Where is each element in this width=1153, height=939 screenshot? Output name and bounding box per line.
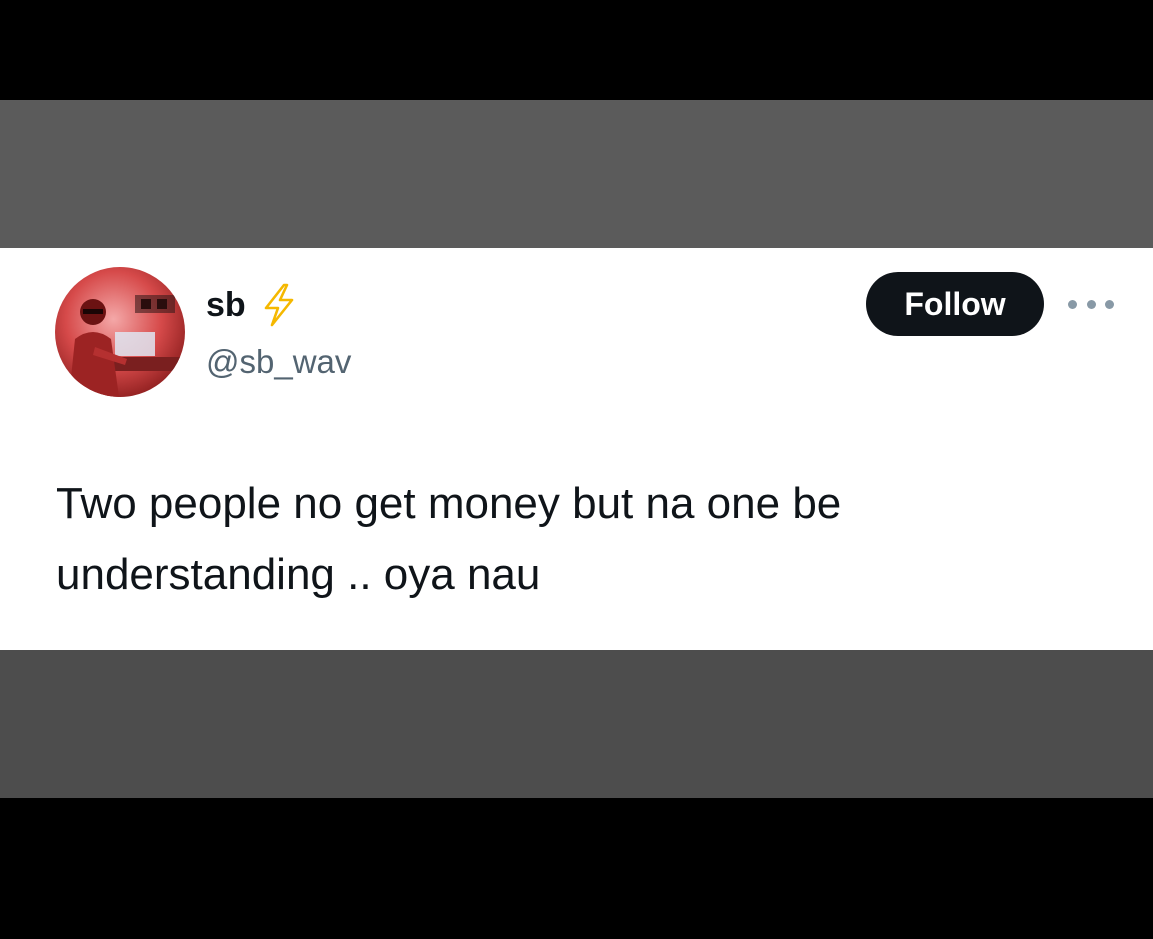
top-gray-band <box>0 100 1153 248</box>
more-dot <box>1068 299 1077 309</box>
display-name[interactable]: sb <box>206 288 246 322</box>
top-black-band <box>0 0 1153 100</box>
tweet-card: sb @sb_wav Follow Two people no get mone… <box>0 248 1153 650</box>
bottom-black-band <box>0 798 1153 939</box>
more-dot <box>1086 299 1096 309</box>
bottom-gray-band <box>0 650 1153 798</box>
avatar-photo-icon <box>69 295 180 397</box>
lightning-bolt-icon <box>264 283 294 327</box>
tweet-text-line-2: understanding .. oya nau <box>56 550 541 599</box>
follow-button[interactable]: Follow <box>866 272 1044 336</box>
tweet-text: Two people no get money but na one be un… <box>56 468 1056 610</box>
user-handle[interactable]: @sb_wav <box>206 345 351 378</box>
more-dot <box>1105 299 1114 309</box>
avatar[interactable] <box>55 267 185 397</box>
more-options-icon[interactable] <box>1068 294 1114 314</box>
tweet-text-line-1: Two people no get money but na one be <box>56 479 842 528</box>
